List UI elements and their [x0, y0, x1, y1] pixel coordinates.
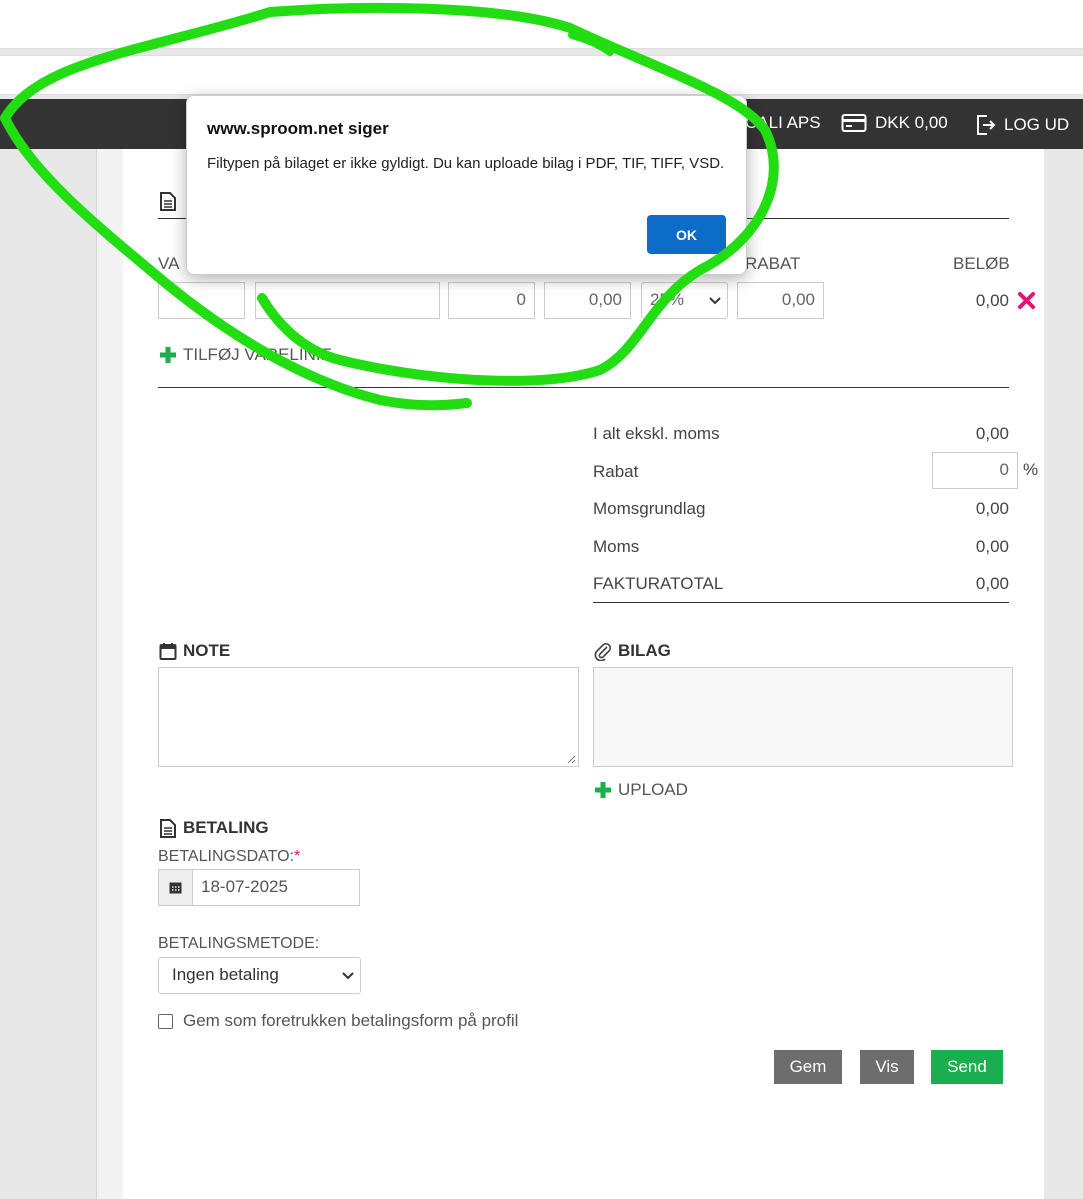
- alert-dialog: www.sproom.net siger Filtypen på bilaget…: [186, 95, 747, 275]
- quantity-input[interactable]: 0: [448, 282, 535, 319]
- note-textarea[interactable]: [158, 667, 579, 767]
- payment-method-value: Ingen betaling: [172, 965, 279, 984]
- save-preference-label: Gem som foretrukken betalingsform på pro…: [183, 1011, 519, 1030]
- upload-button[interactable]: UPLOAD: [594, 780, 688, 800]
- dialog-ok-button[interactable]: OK: [647, 215, 726, 254]
- right-gutter: [1044, 149, 1083, 1199]
- payment-date-value[interactable]: 18-07-2025: [193, 870, 296, 905]
- balance-menu[interactable]: DKK 0,00: [841, 113, 948, 133]
- discount-input[interactable]: 0,00: [737, 282, 824, 319]
- preview-button[interactable]: Vis: [860, 1050, 914, 1084]
- total-excl-label: I alt ekskl. moms: [593, 424, 720, 443]
- add-line-button[interactable]: TILFØJ VARELINIE: [159, 345, 332, 365]
- item-number-input[interactable]: [158, 282, 245, 319]
- resize-handle-icon[interactable]: [567, 755, 576, 764]
- browser-toolbar: [0, 0, 1083, 49]
- chevron-down-icon: [709, 297, 721, 305]
- send-button[interactable]: Send: [931, 1050, 1003, 1084]
- total-excl-value: 0,00: [975, 424, 1009, 443]
- payment-method-select[interactable]: Ingen betaling: [158, 957, 361, 994]
- date-picker-button[interactable]: [159, 870, 193, 905]
- balance-text: DKK 0,00: [875, 113, 948, 132]
- vat-select-value: 25%: [650, 290, 685, 309]
- save-button[interactable]: Gem: [774, 1050, 842, 1084]
- calendar-icon: [159, 642, 177, 660]
- dialog-message: Filtypen på bilaget er ikke gyldigt. Du …: [207, 155, 725, 172]
- logout-button[interactable]: LOG UD: [974, 113, 1069, 137]
- invoice-total-value: 0,00: [975, 574, 1009, 593]
- payment-date-label: BETALINGSDATO:*: [158, 848, 300, 866]
- unit-price-input[interactable]: 0,00: [544, 282, 631, 319]
- col-header-belob: BELØB: [953, 254, 1010, 273]
- totals-underline: [593, 602, 1009, 603]
- payment-title: BETALING: [183, 818, 269, 837]
- vat-select[interactable]: 25%: [641, 282, 728, 319]
- note-title: NOTE: [183, 641, 231, 660]
- discount-total-label: Rabat: [593, 462, 639, 481]
- plus-icon: [160, 347, 176, 363]
- note-header: NOTE: [159, 641, 230, 661]
- vat-label: Moms: [593, 537, 640, 556]
- chevron-down-icon: [342, 972, 354, 980]
- logout-label: LOG UD: [1004, 115, 1070, 134]
- company-menu[interactable]: CALI APS: [745, 113, 821, 133]
- document-icon: [160, 818, 176, 838]
- payment-date-label-text: BETALINGSDATO:: [158, 848, 295, 865]
- attachment-dropzone[interactable]: [593, 667, 1013, 767]
- col-header-rabat: RABAT: [745, 254, 801, 273]
- vat-value: 0,00: [975, 537, 1009, 556]
- discount-percent-input[interactable]: 0: [932, 452, 1018, 489]
- required-mark: *: [294, 848, 301, 865]
- upload-label: UPLOAD: [618, 780, 688, 799]
- save-preference-row: Gem som foretrukken betalingsform på pro…: [158, 1011, 518, 1031]
- percent-sign: %: [1023, 460, 1039, 479]
- line-amount: 0,00: [975, 291, 1009, 310]
- browser-address-area: [0, 55, 1083, 95]
- vat-base-value: 0,00: [975, 499, 1009, 518]
- payment-date-field[interactable]: 18-07-2025: [158, 869, 360, 906]
- item-description-input[interactable]: [255, 282, 440, 319]
- dialog-title: www.sproom.net siger: [207, 119, 389, 138]
- plus-icon: [595, 782, 611, 798]
- lines-bottom-divider: [158, 387, 1009, 388]
- calendar-icon: [169, 882, 182, 894]
- save-preference-checkbox[interactable]: [158, 1013, 173, 1029]
- col-header-first: VA: [158, 254, 180, 273]
- document-icon: [160, 192, 176, 211]
- attachment-title: BILAG: [618, 641, 671, 660]
- delete-line-icon[interactable]: [1018, 292, 1035, 309]
- payment-header: BETALING: [159, 818, 269, 838]
- left-gutter: [0, 149, 96, 1199]
- company-name: CALI APS: [745, 113, 821, 132]
- payment-method-label: BETALINGSMETODE:: [158, 935, 320, 952]
- invoice-total-label: FAKTURATOTAL: [593, 574, 724, 593]
- panel-border: [96, 149, 124, 1199]
- vat-base-label: Momsgrundlag: [593, 499, 706, 518]
- logout-icon: [977, 115, 996, 135]
- add-line-label: TILFØJ VARELINIE: [183, 345, 332, 364]
- attachment-header: BILAG: [594, 641, 671, 661]
- wallet-icon: [841, 114, 867, 132]
- paperclip-icon: [594, 642, 612, 661]
